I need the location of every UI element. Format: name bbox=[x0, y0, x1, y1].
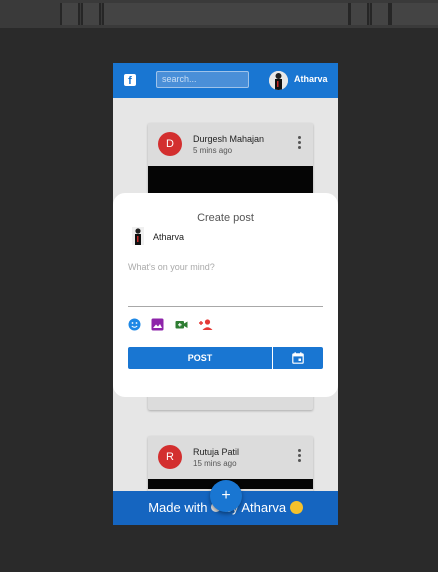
user-name[interactable]: Atharva bbox=[294, 74, 328, 84]
author-avatar: R bbox=[158, 445, 182, 469]
avatar[interactable] bbox=[269, 71, 288, 90]
toolbar-segment bbox=[81, 3, 101, 25]
create-post-dialog: Create post Atharva What's on your mind?… bbox=[113, 193, 338, 397]
post-media bbox=[148, 166, 313, 196]
post-time: 5 mins ago bbox=[193, 146, 233, 155]
schedule-button[interactable] bbox=[273, 347, 323, 369]
author-avatar: D bbox=[158, 132, 182, 156]
toolbar-segment bbox=[390, 3, 438, 25]
dialog-title: Create post bbox=[197, 212, 254, 224]
image-icon[interactable] bbox=[151, 318, 164, 331]
toolbar-segment bbox=[370, 3, 390, 25]
emoji-icon[interactable] bbox=[128, 318, 141, 331]
browser-toolbar bbox=[0, 0, 438, 28]
avatar bbox=[132, 227, 144, 245]
video-icon[interactable] bbox=[175, 318, 188, 331]
dialog-user-name: Atharva bbox=[153, 232, 185, 242]
search-input[interactable]: search... bbox=[156, 71, 249, 88]
attachment-toolbar bbox=[128, 318, 219, 331]
add-post-button[interactable]: + bbox=[210, 480, 242, 512]
author-name[interactable]: Durgesh Mahajan bbox=[193, 134, 264, 144]
toolbar-segment bbox=[349, 3, 369, 25]
footer-text-start: Made with bbox=[148, 500, 208, 515]
facebook-icon[interactable]: f bbox=[124, 74, 136, 86]
more-options-icon[interactable] bbox=[298, 136, 301, 151]
post-button[interactable]: POST bbox=[128, 347, 272, 369]
calendar-icon bbox=[292, 352, 304, 364]
post-time: 15 mins ago bbox=[193, 459, 237, 468]
tag-person-icon[interactable] bbox=[198, 318, 213, 331]
post-text-input[interactable]: What's on your mind? bbox=[128, 262, 323, 307]
author-name[interactable]: Rutuja Patil bbox=[193, 447, 239, 457]
toolbar-segment bbox=[102, 3, 350, 25]
more-options-icon[interactable] bbox=[298, 449, 301, 464]
smile-icon bbox=[289, 501, 303, 514]
app-bar: f search... Atharva bbox=[113, 63, 338, 98]
toolbar-segment bbox=[60, 3, 80, 25]
